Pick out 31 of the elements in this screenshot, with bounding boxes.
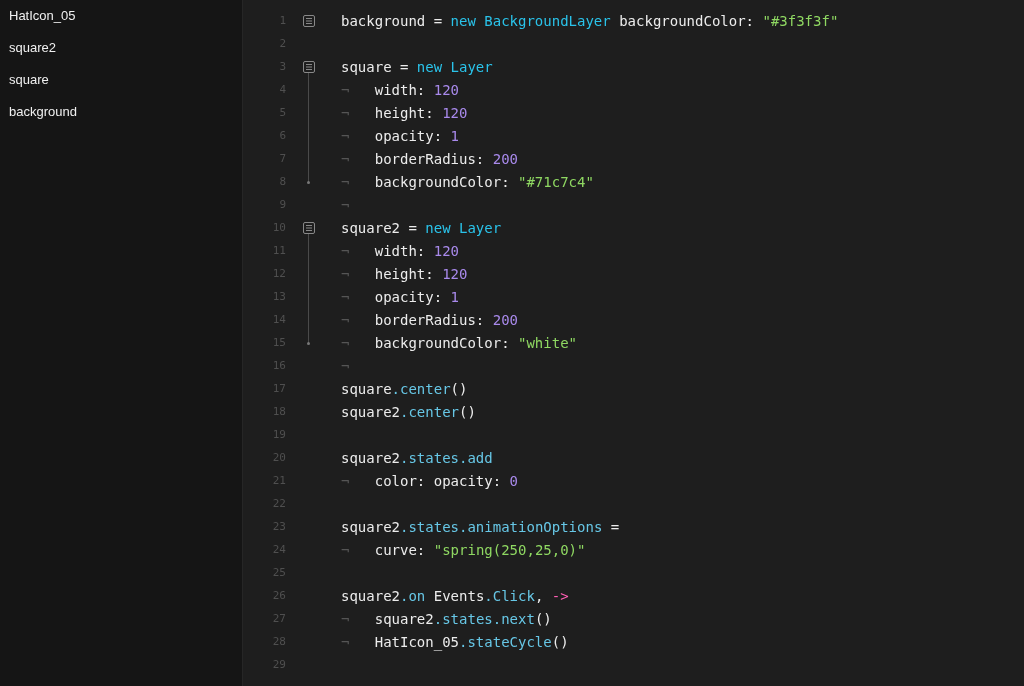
layer-item[interactable]: background xyxy=(9,102,77,122)
code-line: ¬ height: 120 xyxy=(341,265,468,282)
code-line: ¬ opacity: 1 xyxy=(341,288,459,305)
code-line: ¬ borderRadius: 200 xyxy=(341,311,519,328)
code-line: square2.states.animationOptions = xyxy=(341,518,620,535)
code-line: ¬ opacity: 1 xyxy=(341,127,459,144)
code-line: square2.states.add xyxy=(341,449,493,466)
code-line: ¬ backgroundColor: "#71c7c4" xyxy=(341,173,594,190)
code-line: ¬ width: 120 xyxy=(341,242,460,259)
code-line: ¬ width: 120 xyxy=(341,81,460,98)
code-line: background = new BackgroundLayer backgroundColor: "#3f3f3f" xyxy=(341,12,839,29)
code-line: square.center() xyxy=(341,380,468,397)
code-line: ¬ height: 120 xyxy=(341,104,468,121)
code-line: ¬ color: opacity: 0 xyxy=(341,472,518,489)
layer-item[interactable]: square2 xyxy=(9,38,56,58)
code-line: square2 = new Layer xyxy=(341,219,502,236)
layer-item[interactable]: HatIcon_05 xyxy=(9,6,76,26)
fold-icon[interactable] xyxy=(302,221,315,234)
code-line: ¬ square2.states.next() xyxy=(341,610,552,627)
code-line: ¬ curve: "spring(250,25,0)" xyxy=(341,541,586,558)
code-line: square2.center() xyxy=(341,403,476,420)
code-line: ¬ xyxy=(341,196,350,213)
code-line: square = new Layer xyxy=(341,58,493,75)
code-line: ¬ backgroundColor: "white" xyxy=(341,334,578,351)
code-line: ¬ HatIcon_05.stateCycle() xyxy=(341,633,569,650)
code-line: ¬ xyxy=(341,357,350,374)
code-line: ¬ borderRadius: 200 xyxy=(341,150,519,167)
code-line: square2.on Events.Click, -> xyxy=(341,587,569,604)
fold-icon[interactable] xyxy=(302,60,315,73)
layer-item[interactable]: square xyxy=(9,70,49,90)
fold-icon[interactable] xyxy=(302,14,315,27)
